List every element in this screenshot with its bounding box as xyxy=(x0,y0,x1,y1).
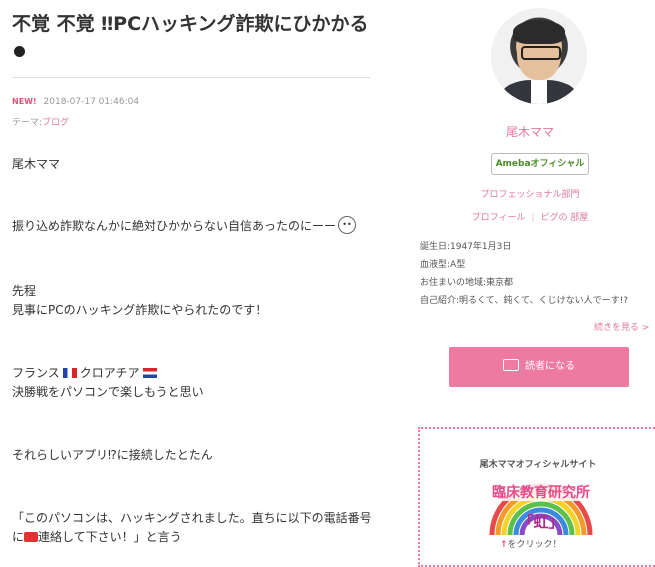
divider xyxy=(12,77,370,78)
become-reader-button[interactable]: 読者になる xyxy=(449,347,629,387)
body-text: フランス xyxy=(12,366,60,380)
theme-link[interactable]: ブログ xyxy=(42,118,69,128)
article-theme: テーマ:ブログ xyxy=(12,115,69,128)
article-datetime: 2018-07-17 01:46:04 xyxy=(43,97,140,107)
body-line: それらしいアプリ⁉に接続したとたん xyxy=(12,448,213,462)
banner-click-label: をクリック！ xyxy=(507,540,562,550)
banner-title: 尾木ママオフィシャルサイト xyxy=(479,460,597,470)
profile-avatar[interactable] xyxy=(491,8,587,104)
article-title-text[interactable]: 不覚 不覚 ‼PCハッキング詐欺にひかかる xyxy=(12,13,368,35)
body-text: 振り込め詐欺なんかに絶対ひかからない自信あったのにーー xyxy=(12,219,337,233)
pigg-room-link[interactable]: ピグの 部屋 xyxy=(541,213,589,223)
up-arrow-icon: ↑ xyxy=(500,540,508,550)
rainbow-logo[interactable]: 臨床教育研究所 「虹」 xyxy=(482,477,600,537)
banner-image-text: 臨床教育研究所 xyxy=(492,484,590,501)
face-emoji-icon: •• xyxy=(338,215,357,234)
profile-birthday: 誕生日:1947年1月3日 xyxy=(420,242,512,252)
professional-link[interactable]: プロフェッショナル部門 xyxy=(420,187,640,200)
theme-label: テーマ: xyxy=(12,118,43,128)
reader-button-label: 読者になる xyxy=(525,361,575,372)
new-badge: NEW! xyxy=(12,97,37,106)
official-badge[interactable]: Amebaオフィシャル xyxy=(491,153,589,175)
article-meta: NEW! 2018-07-17 01:46:04 xyxy=(12,97,139,107)
body-line: 「このパソコンは、ハッキングされました。直ちに以下の電話番号 xyxy=(12,511,372,525)
body-line: 決勝戦をパソコンで楽しもうと思い xyxy=(12,385,204,399)
body-text: に xyxy=(12,530,25,544)
france-flag-icon xyxy=(62,367,77,378)
profile-link[interactable]: プロフィール xyxy=(472,213,526,223)
body-text: 連絡して下さい！」と言う xyxy=(38,530,182,544)
body-text: クロアチア xyxy=(79,366,140,380)
body-line: 先程 xyxy=(12,284,37,298)
profile-blood-type: 血液型:A型 xyxy=(420,260,466,270)
phone-icon xyxy=(24,531,39,542)
profile-intro: 自己紹介:明るくて、鈍くて、くじけない人でーす!? xyxy=(420,296,628,306)
banner-image-sub: 「虹」 xyxy=(518,513,563,531)
link-separator: | xyxy=(531,213,535,223)
profile-links: プロフィール | ピグの 部屋 xyxy=(420,210,640,223)
body-line: に連絡して下さい！」と言う xyxy=(12,528,182,545)
body-line: フランス クロアチア xyxy=(12,364,160,381)
profile-name[interactable]: 尾木ママ xyxy=(420,123,640,140)
emoji-icon xyxy=(14,46,25,57)
read-more-link[interactable]: 続きを見る > xyxy=(594,320,649,333)
article-title[interactable]: 不覚 不覚 ‼PCハッキング詐欺にひかかる xyxy=(12,10,372,68)
banner-click-text[interactable]: ↑をクリック！ xyxy=(500,537,562,550)
croatia-flag-icon xyxy=(142,367,157,378)
book-icon xyxy=(503,359,519,371)
body-line: 尾木ママ xyxy=(12,157,61,171)
body-line: 見事にPCのハッキング詐欺にやられたのです！ xyxy=(12,303,268,317)
profile-location: お住まいの地域:東京都 xyxy=(420,278,514,288)
body-line: 振り込め詐欺なんかに絶対ひかからない自信あったのにーー •• xyxy=(12,215,357,236)
